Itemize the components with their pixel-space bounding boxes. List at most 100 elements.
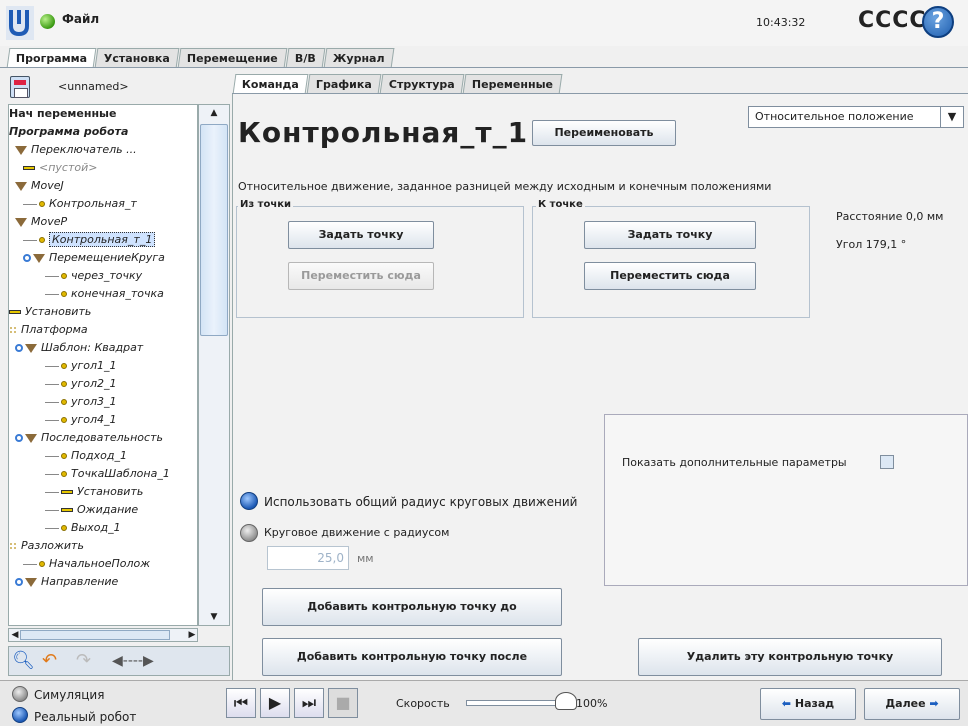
real-robot-radio[interactable]: [12, 707, 28, 723]
help-button[interactable]: ?: [922, 6, 954, 38]
add-waypoint-after-button[interactable]: Добавить контрольную точку после: [262, 638, 562, 676]
tree-item[interactable]: <пустой>: [23, 159, 97, 177]
empty-node-icon: [23, 166, 35, 170]
program-name: <unnamed>: [58, 80, 129, 93]
rename-button[interactable]: Переименовать: [532, 120, 676, 146]
folder-triangle-icon: [25, 343, 37, 353]
advanced-params-checkbox[interactable]: [880, 455, 894, 469]
tree-item[interactable]: Шаблон: Квадрат: [15, 339, 143, 357]
tree-connector: [45, 275, 59, 277]
from-point-label: Из точки: [238, 199, 293, 210]
delete-waypoint-button[interactable]: Удалить эту контрольную точку: [638, 638, 942, 676]
tree-item-selected[interactable]: Контрольная_т_1: [23, 231, 156, 249]
folder-triangle-icon: [33, 253, 45, 263]
sub-tab-divider: [232, 93, 968, 94]
search-icon[interactable]: 🔍︎: [12, 650, 35, 672]
position-mode-select[interactable]: Относительное положение: [748, 106, 964, 128]
step-icon[interactable]: ⏭: [294, 688, 324, 718]
advanced-params-label: Показать дополнительные параметры: [622, 456, 847, 469]
scroll-down-icon[interactable]: ▼: [200, 610, 228, 624]
sub-tabs: Команда Графика Структура Переменные: [232, 74, 562, 94]
tree-connector: [45, 491, 59, 493]
next-button[interactable]: Далее ➡: [864, 688, 960, 720]
tree-item[interactable]: Контрольная_т: [23, 195, 137, 213]
scroll-up-icon[interactable]: ▲: [200, 106, 228, 120]
from-move-here-button[interactable]: Переместить сюда: [288, 262, 434, 290]
tree-item[interactable]: угол2_1: [45, 375, 117, 393]
tree-item[interactable]: Нач переменные: [9, 105, 116, 123]
set-icon: [9, 310, 21, 314]
to-set-point-button[interactable]: Задать точку: [584, 221, 756, 249]
tab-command[interactable]: Команда: [232, 74, 309, 94]
branch-icon: [15, 434, 23, 442]
to-move-here-button[interactable]: Переместить сюда: [584, 262, 756, 290]
stop-icon[interactable]: ■: [328, 688, 358, 718]
file-menu[interactable]: Файл: [62, 12, 99, 26]
tab-log[interactable]: Журнал: [323, 48, 394, 68]
redo-icon[interactable]: ↷: [76, 650, 91, 672]
tree-item[interactable]: Установить: [9, 303, 91, 321]
tree-item[interactable]: Направление: [15, 573, 118, 591]
radius-input[interactable]: 25,0: [267, 546, 349, 570]
shared-radius-label: Использовать общий радиус круговых движе…: [264, 495, 578, 509]
tab-installation[interactable]: Установка: [94, 48, 180, 68]
from-set-point-button[interactable]: Задать точку: [288, 221, 434, 249]
tree-item[interactable]: через_точку: [45, 267, 142, 285]
scroll-right-icon[interactable]: ▶: [186, 629, 198, 641]
ur-logo-icon: [6, 6, 34, 40]
chevron-down-icon[interactable]: ▼: [940, 107, 963, 127]
tree-item[interactable]: Платформа: [9, 321, 88, 339]
tab-io[interactable]: В/В: [285, 48, 325, 68]
waypoint-icon: [39, 201, 45, 207]
tab-divider: [0, 67, 968, 68]
tree-item[interactable]: MoveJ: [15, 177, 64, 195]
waypoint-icon: [61, 417, 67, 423]
skip-back-icon[interactable]: ⏮: [226, 688, 256, 718]
tree-connector: [45, 401, 59, 403]
simulation-radio[interactable]: [12, 686, 28, 702]
tree-item[interactable]: MoveP: [15, 213, 67, 231]
custom-radius-radio[interactable]: [240, 524, 258, 542]
tab-variables[interactable]: Переменные: [462, 74, 562, 94]
move-node-icon[interactable]: ◀----▶: [112, 650, 154, 672]
play-icon[interactable]: ▶: [260, 688, 290, 718]
horizontal-scroll-thumb[interactable]: [20, 630, 170, 640]
tree-item[interactable]: Переключатель ...: [15, 141, 137, 159]
speed-value: 100%: [576, 697, 608, 710]
scroll-thumb[interactable]: [200, 124, 228, 336]
tree-item[interactable]: Программа робота: [9, 123, 128, 141]
tree-item[interactable]: конечная_точка: [45, 285, 164, 303]
shared-radius-radio[interactable]: [240, 492, 258, 510]
tree-connector: [45, 293, 59, 295]
tree-item[interactable]: Выход_1: [45, 519, 121, 537]
tree-connector: [45, 419, 59, 421]
tab-structure[interactable]: Структура: [379, 74, 464, 94]
robot-name: CCCC: [858, 8, 927, 33]
tree-item[interactable]: Подход_1: [45, 447, 127, 465]
robot-status-icon[interactable]: [40, 14, 55, 29]
scroll-left-icon[interactable]: ◀: [9, 629, 21, 641]
back-button[interactable]: ⬅ Назад: [760, 688, 856, 720]
folder-triangle-icon: [15, 217, 27, 227]
speed-slider-handle[interactable]: [555, 692, 577, 710]
undo-icon[interactable]: ↶: [42, 650, 57, 672]
tree-item[interactable]: угол1_1: [45, 357, 117, 375]
tree-item[interactable]: Установить: [45, 483, 143, 501]
tree-item[interactable]: угол3_1: [45, 393, 117, 411]
tab-move[interactable]: Перемещение: [177, 48, 288, 68]
tree-item[interactable]: ПеремещениеКруга: [23, 249, 165, 267]
branch-icon: [23, 254, 31, 262]
tree-item[interactable]: Ожидание: [45, 501, 138, 519]
tab-graphics[interactable]: Графика: [306, 74, 382, 94]
tree-item[interactable]: Разложить: [9, 537, 84, 555]
tree-item[interactable]: Последовательность: [15, 429, 163, 447]
tab-program[interactable]: Программа: [6, 48, 97, 68]
save-program-icon[interactable]: [10, 76, 30, 98]
add-waypoint-before-button[interactable]: Добавить контрольную точку до: [262, 588, 562, 626]
tree-item[interactable]: угол4_1: [45, 411, 117, 429]
tree-item[interactable]: НачальноеПолож: [23, 555, 150, 573]
custom-radius-label: Круговое движение с радиусом: [264, 526, 450, 539]
tree-item[interactable]: ТочкаШаблона_1: [45, 465, 170, 483]
branch-icon: [15, 578, 23, 586]
speed-slider[interactable]: [466, 700, 566, 706]
